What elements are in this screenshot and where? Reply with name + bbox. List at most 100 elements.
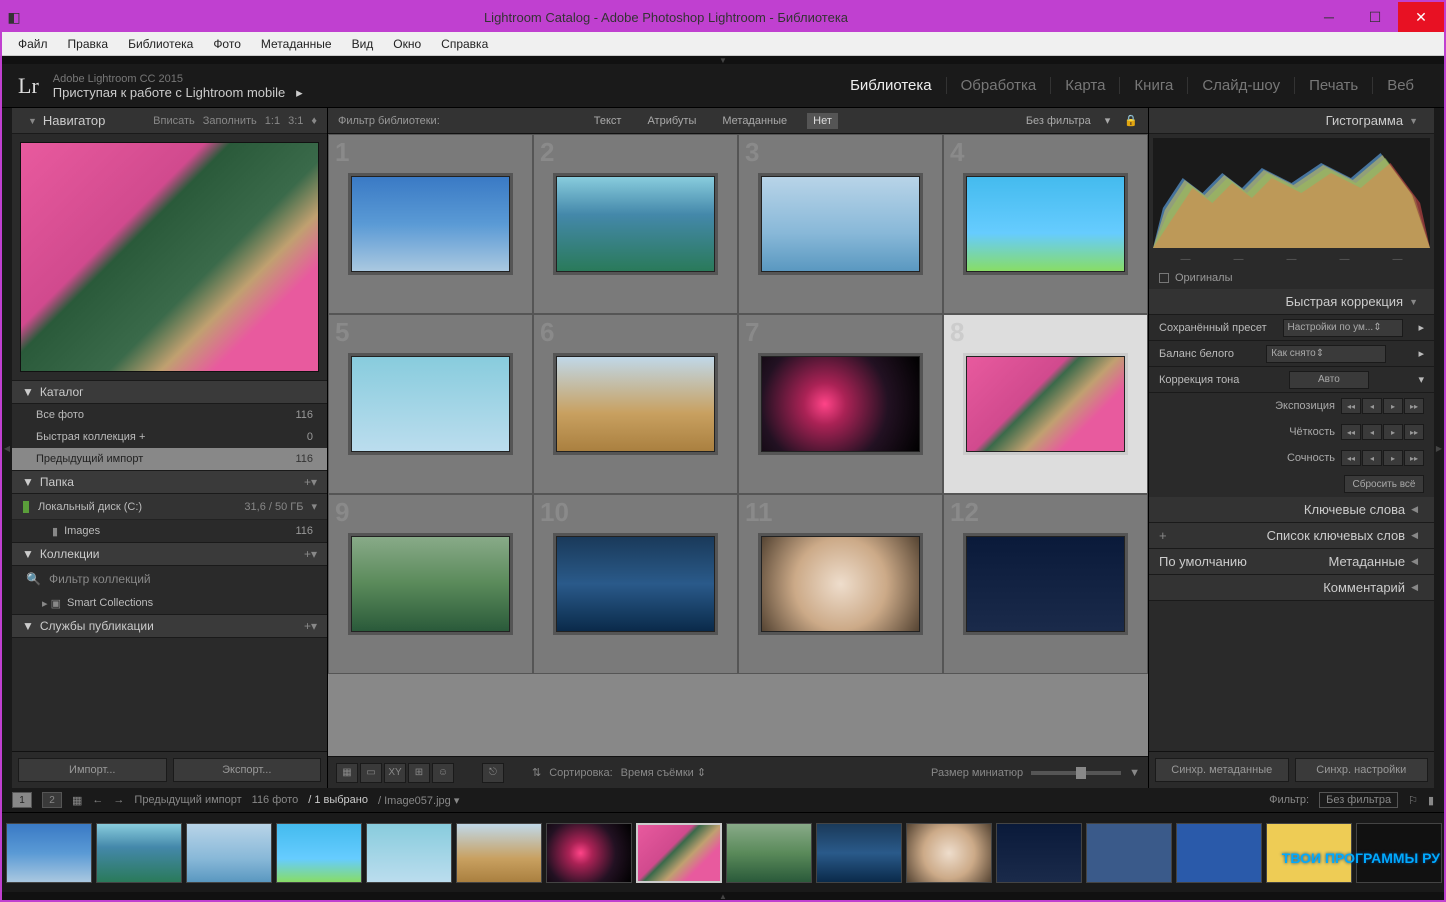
filter-value[interactable]: Без фильтра bbox=[1319, 792, 1398, 808]
collections-filter[interactable]: 🔍Фильтр коллекций bbox=[12, 566, 327, 592]
grid-mini-icon[interactable]: ▦ bbox=[72, 794, 82, 807]
vibrance-inc2[interactable]: ▸▸ bbox=[1404, 450, 1424, 466]
add-publish-icon[interactable]: +▾ bbox=[304, 619, 317, 633]
filter-preset[interactable]: Без фильтра bbox=[1026, 115, 1091, 127]
navigator-preview[interactable] bbox=[20, 142, 319, 372]
toolbar-menu-icon[interactable]: ▼ bbox=[1129, 767, 1140, 779]
film-thumb[interactable] bbox=[96, 823, 182, 883]
catalog-prev-import[interactable]: Предыдущий импорт116 bbox=[12, 448, 327, 470]
keywording-header[interactable]: Ключевые слова◀ bbox=[1149, 497, 1434, 523]
compare-icon[interactable]: XY bbox=[384, 763, 406, 783]
grid-icon[interactable]: ▦ bbox=[336, 763, 358, 783]
nav-zoom-menu[interactable]: ♦ bbox=[311, 115, 317, 127]
people-icon[interactable]: ☺ bbox=[432, 763, 454, 783]
vibrance-dec2[interactable]: ◂◂ bbox=[1341, 450, 1361, 466]
grid-cell[interactable]: 4 bbox=[943, 134, 1148, 314]
sort-direction-icon[interactable]: ⇅ bbox=[532, 766, 541, 779]
film-thumb[interactable] bbox=[816, 823, 902, 883]
window-2[interactable]: 2 bbox=[42, 792, 62, 808]
sync-metadata-button[interactable]: Синхр. метаданные bbox=[1155, 758, 1289, 782]
mobile-hint[interactable]: Приступая к работе с Lightroom mobile ▸ bbox=[53, 86, 303, 100]
grid-cell[interactable]: 2 bbox=[533, 134, 738, 314]
filmstrip-toggle[interactable]: ▲ bbox=[2, 892, 1444, 900]
survey-icon[interactable]: ⊞ bbox=[408, 763, 430, 783]
menu-edit[interactable]: Правка bbox=[60, 35, 117, 53]
menu-file[interactable]: Файл bbox=[10, 35, 56, 53]
exposure-dec[interactable]: ◂ bbox=[1362, 398, 1382, 414]
film-thumb[interactable] bbox=[366, 823, 452, 883]
smart-collections[interactable]: ▸ ▣Smart Collections bbox=[12, 592, 327, 614]
reset-all-button[interactable]: Сбросить всё bbox=[1344, 475, 1424, 493]
grid-cell[interactable]: 10 bbox=[533, 494, 738, 674]
flag-filter-icon[interactable]: ⚐ bbox=[1408, 794, 1418, 807]
exposure-dec2[interactable]: ◂◂ bbox=[1341, 398, 1361, 414]
left-panel-toggle[interactable]: ◀ bbox=[2, 108, 12, 788]
preset-select[interactable]: Настройки по ум... ⇕ bbox=[1283, 319, 1403, 337]
quick-develop-header[interactable]: Быстрая коррекция▼ bbox=[1149, 289, 1434, 315]
menu-window[interactable]: Окно bbox=[385, 35, 429, 53]
grid-cell[interactable]: 12 bbox=[943, 494, 1148, 674]
filter-none[interactable]: Нет bbox=[807, 113, 838, 129]
next-icon[interactable]: → bbox=[113, 794, 124, 806]
exposure-inc[interactable]: ▸ bbox=[1383, 398, 1403, 414]
filter-lock-icon[interactable]: ▮ bbox=[1428, 794, 1434, 807]
prev-icon[interactable]: ← bbox=[92, 794, 103, 806]
collections-header[interactable]: ▼Коллекции+▾ bbox=[12, 542, 327, 566]
thumb-size-slider[interactable] bbox=[1031, 771, 1121, 775]
maximize-button[interactable]: ☐ bbox=[1352, 2, 1398, 32]
histogram-header[interactable]: Гистограмма▼ bbox=[1149, 108, 1434, 134]
export-button[interactable]: Экспорт... bbox=[173, 758, 322, 782]
vibrance-inc[interactable]: ▸ bbox=[1383, 450, 1403, 466]
grid-cell-selected[interactable]: 8 bbox=[943, 314, 1148, 494]
film-thumb[interactable] bbox=[1086, 823, 1172, 883]
film-thumb[interactable] bbox=[6, 823, 92, 883]
film-thumb[interactable] bbox=[186, 823, 272, 883]
film-thumb[interactable] bbox=[1176, 823, 1262, 883]
expand-icon[interactable]: ▸ bbox=[1418, 321, 1424, 334]
filter-metadata[interactable]: Метаданные bbox=[716, 113, 793, 129]
clarity-dec2[interactable]: ◂◂ bbox=[1341, 424, 1361, 440]
grid-cell[interactable]: 9 bbox=[328, 494, 533, 674]
sync-settings-button[interactable]: Синхр. настройки bbox=[1295, 758, 1429, 782]
auto-tone-button[interactable]: Авто bbox=[1289, 371, 1369, 389]
clarity-dec[interactable]: ◂ bbox=[1362, 424, 1382, 440]
module-web[interactable]: Веб bbox=[1373, 77, 1428, 94]
sort-value[interactable]: Время съёмки ⇕ bbox=[621, 766, 706, 779]
catalog-all[interactable]: Все фото116 bbox=[12, 404, 327, 426]
originals-checkbox[interactable]: Оригиналы bbox=[1149, 267, 1434, 289]
publish-header[interactable]: ▼Службы публикации+▾ bbox=[12, 614, 327, 638]
menu-view[interactable]: Вид bbox=[344, 35, 382, 53]
filter-attributes[interactable]: Атрибуты bbox=[641, 113, 702, 129]
nav-fit[interactable]: Вписать bbox=[153, 115, 195, 127]
import-button[interactable]: Импорт... bbox=[18, 758, 167, 782]
menu-metadata[interactable]: Метаданные bbox=[253, 35, 340, 53]
film-thumb[interactable] bbox=[996, 823, 1082, 883]
film-thumb[interactable] bbox=[546, 823, 632, 883]
metadata-header[interactable]: По умолчаниюМетаданные◀ bbox=[1149, 549, 1434, 575]
catalog-quick[interactable]: Быстрая коллекция +0 bbox=[12, 426, 327, 448]
window-1[interactable]: 1 bbox=[12, 792, 32, 808]
histogram[interactable] bbox=[1153, 138, 1430, 248]
folders-header[interactable]: ▼Папка+▾ bbox=[12, 470, 327, 494]
nav-3-1[interactable]: 3:1 bbox=[288, 115, 303, 127]
vibrance-dec[interactable]: ◂ bbox=[1362, 450, 1382, 466]
menu-help[interactable]: Справка bbox=[433, 35, 496, 53]
keyword-list-header[interactable]: +Список ключевых слов◀ bbox=[1149, 523, 1434, 549]
filmstrip[interactable] bbox=[2, 812, 1444, 892]
module-slideshow[interactable]: Слайд-шоу bbox=[1188, 77, 1295, 94]
minimize-button[interactable]: ─ bbox=[1306, 2, 1352, 32]
module-map[interactable]: Карта bbox=[1051, 77, 1120, 94]
module-develop[interactable]: Обработка bbox=[947, 77, 1052, 94]
metadata-preset-select[interactable]: По умолчанию bbox=[1159, 554, 1247, 569]
module-library[interactable]: Библиотека bbox=[836, 77, 947, 94]
film-thumb[interactable] bbox=[906, 823, 992, 883]
breadcrumb[interactable]: Предыдущий импорт bbox=[134, 794, 241, 806]
grid-cell[interactable]: 11 bbox=[738, 494, 943, 674]
add-folder-icon[interactable]: +▾ bbox=[304, 475, 317, 489]
folder-images[interactable]: ▮Images116 bbox=[12, 520, 327, 542]
module-print[interactable]: Печать bbox=[1295, 77, 1373, 94]
film-thumb[interactable] bbox=[456, 823, 542, 883]
nav-fill[interactable]: Заполнить bbox=[203, 115, 257, 127]
grid-cell[interactable]: 5 bbox=[328, 314, 533, 494]
grid-view[interactable]: 1 2 3 4 5 6 7 8 9 10 11 12 bbox=[328, 134, 1148, 756]
